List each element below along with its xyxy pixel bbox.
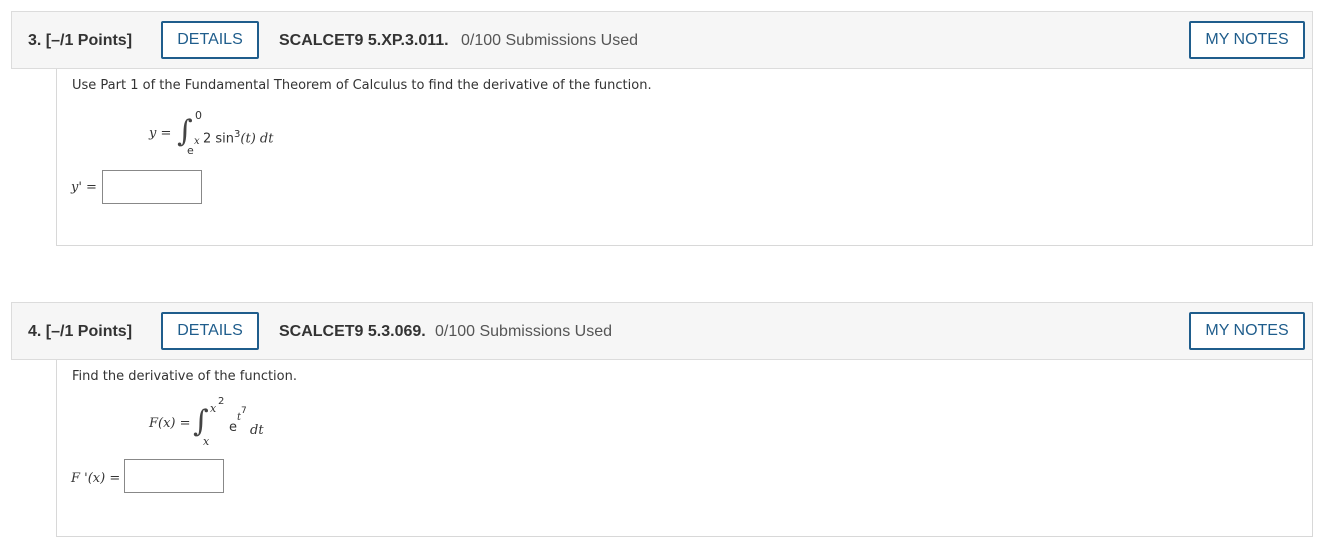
details-button[interactable]: DETAILS <box>161 312 259 350</box>
lower-limit: e <box>187 144 194 157</box>
lhs-label: F(x) = <box>149 416 191 431</box>
question-prompt: Find the derivative of the function. <box>72 369 297 384</box>
question-code: SCALCET9 5.XP.3.011. <box>279 32 449 49</box>
integrand: 2 sin3(t) dt <box>203 129 274 147</box>
integrand: e <box>229 420 237 435</box>
question-4-header: 4. [–/1 Points] DETAILS SCALCET9 5.3.069… <box>11 302 1313 360</box>
upper-limit: x <box>210 402 217 415</box>
integral-sign: ∫ <box>177 114 193 149</box>
question-prompt: Use Part 1 of the Fundamental Theorem of… <box>72 78 652 93</box>
submissions-used: 0/100 Submissions Used <box>461 32 638 49</box>
answer-label: F '(x) = <box>71 471 121 486</box>
my-notes-button[interactable]: MY NOTES <box>1189 21 1305 59</box>
lhs-label: y = <box>149 126 172 141</box>
submissions-used: 0/100 Submissions Used <box>435 323 612 340</box>
question-3-body: Use Part 1 of the Fundamental Theorem of… <box>56 69 1313 246</box>
lower-limit: x <box>203 435 210 448</box>
question-number: 3. [–/1 Points] <box>28 32 133 49</box>
answer-input[interactable] <box>102 170 202 204</box>
lower-limit-exponent: x <box>194 136 200 147</box>
upper-limit: 0 <box>195 109 202 122</box>
integrand-exponent-power: 7 <box>241 406 247 416</box>
question-code: SCALCET9 5.3.069. <box>279 323 426 340</box>
my-notes-button[interactable]: MY NOTES <box>1189 312 1305 350</box>
question-3-header: 3. [–/1 Points] DETAILS SCALCET9 5.XP.3.… <box>11 11 1313 69</box>
question-number: 4. [–/1 Points] <box>28 323 133 340</box>
integral-sign: ∫ <box>193 404 209 439</box>
details-button[interactable]: DETAILS <box>161 21 259 59</box>
question-4-body: Find the derivative of the function. F(x… <box>56 360 1313 537</box>
upper-limit-exponent: 2 <box>218 396 225 407</box>
answer-label: y' = <box>71 180 97 195</box>
differential: dt <box>250 423 264 438</box>
answer-input[interactable] <box>124 459 224 493</box>
